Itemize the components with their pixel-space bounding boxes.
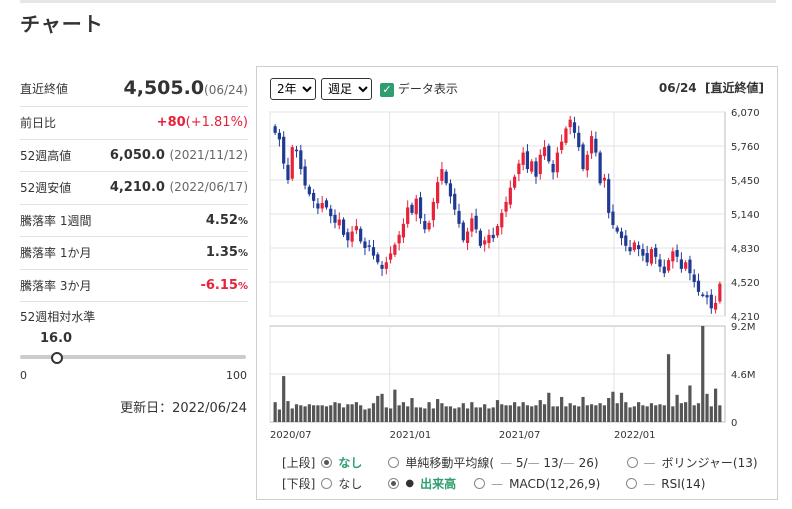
stat-label: 前日比	[20, 116, 57, 131]
stat-low52: 52週安値 4,210.0 (2022/06/17)	[20, 172, 248, 205]
period-select-wrap: 2年	[270, 78, 316, 100]
stat-r1m: 騰落率 1か月 1.35%	[20, 237, 248, 270]
stat-high52: 52週高値 6,050.0 (2021/11/12)	[20, 140, 248, 172]
interval-select[interactable]: 週足	[321, 78, 372, 100]
period-select[interactable]: 2年	[270, 78, 316, 100]
level-label: 52週相対水準	[20, 310, 96, 324]
legend-lower-label: [下段]	[282, 477, 316, 491]
data-toggle-label: データ表示	[397, 82, 458, 96]
radio-label: なし	[338, 477, 363, 491]
r3m-value: -6.15	[200, 277, 238, 293]
level-value: 16.0	[40, 331, 73, 346]
legend-lower: [下段] なし ● 出来高 — MACD(12,26,9) — RSI(14)	[282, 475, 705, 492]
stat-label: 騰落率 1週間	[20, 213, 92, 228]
high-value: 6,050.0	[109, 147, 165, 163]
updated-date: 更新日：2022/06/24	[120, 401, 247, 416]
top-rule	[20, 0, 776, 3]
change-value: +80	[156, 115, 186, 131]
stat-value: 4.52%	[206, 213, 248, 228]
legend-upper-label: [上段]	[282, 456, 316, 470]
stat-value: 1.35%	[206, 245, 248, 260]
dash-icon: —	[643, 455, 656, 470]
dash-icon: —	[643, 476, 656, 491]
sma-5: 5/	[515, 455, 528, 470]
pct-unit: %	[237, 215, 248, 227]
data-toggle[interactable]: ✓ データ表示	[380, 80, 458, 97]
stat-r1w: 騰落率 1週間 4.52%	[20, 205, 248, 237]
dash-icon: —	[491, 476, 504, 491]
page-title: チャート	[20, 12, 104, 36]
radio-label: MACD(12,26,9)	[509, 476, 601, 491]
header-date: 06/24	[658, 81, 697, 95]
radio-volume[interactable]	[388, 478, 400, 489]
sma-26: 26)	[578, 455, 599, 470]
interval-select-wrap: 週足	[321, 78, 372, 100]
stat-change: 前日比 +80(+1.81%)	[20, 107, 248, 140]
sma-13: 13/	[543, 455, 563, 470]
r1m-value: 1.35	[205, 245, 238, 261]
checkbox-icon[interactable]: ✓	[380, 82, 394, 97]
stat-label: 52週高値	[20, 148, 72, 163]
pct-unit: %	[237, 280, 248, 292]
stat-label: 直近終値	[20, 81, 69, 96]
chart-header: 06/24 [直近終値]	[659, 79, 764, 96]
radio-label: なし	[338, 456, 363, 470]
radio-label: ボリンジャー(13)	[661, 456, 758, 470]
radio-macd[interactable]	[474, 478, 486, 489]
header-label: [直近終値]	[705, 81, 764, 95]
radio-lower-none[interactable]	[321, 478, 333, 489]
stat-r3m: 騰落率 3か月 -6.15%	[20, 270, 248, 302]
radio-bollinger[interactable]	[626, 457, 638, 468]
pct-unit: %	[237, 248, 248, 260]
stat-value: 4,505.0(06/24)	[124, 77, 249, 99]
stat-value: -6.15%	[200, 278, 248, 293]
r1w-value: 4.52	[205, 212, 238, 228]
high-date: (2021/11/12)	[169, 147, 248, 162]
level-max: 100	[226, 369, 247, 382]
radio-sma[interactable]	[388, 457, 400, 468]
low-date: (2022/06/17)	[169, 180, 248, 195]
chart-panel	[256, 66, 778, 500]
volume-dot-icon: ●	[405, 478, 415, 489]
radio-rsi[interactable]	[626, 478, 638, 489]
sma-periods: — 5/— 13/— 26)	[500, 455, 599, 470]
radio-label: 単純移動平均線(	[405, 456, 495, 470]
radio-upper-none[interactable]	[321, 457, 333, 468]
low-value: 4,210.0	[109, 180, 165, 196]
stat-value: +80(+1.81%)	[157, 115, 248, 130]
radio-label: 出来高	[420, 477, 457, 491]
legend-upper: [上段] なし 単純移動平均線( — 5/— 13/— 26) — ボリンジャー…	[282, 454, 758, 471]
stat-label: 騰落率 1か月	[20, 246, 92, 261]
close-date: (06/24)	[204, 83, 248, 97]
stat-value: 4,210.0 (2022/06/17)	[110, 180, 248, 195]
level-min: 0	[20, 369, 27, 382]
stat-value: 6,050.0 (2021/11/12)	[110, 148, 248, 163]
stats-panel: 直近終値 4,505.0(06/24) 前日比 +80(+1.81%) 52週高…	[20, 70, 248, 302]
change-pct: (+1.81%)	[185, 115, 248, 131]
level-knob	[51, 352, 64, 364]
radio-label: RSI(14)	[661, 476, 706, 491]
stat-close: 直近終値 4,505.0(06/24)	[20, 70, 248, 107]
close-price: 4,505.0	[123, 77, 205, 99]
stat-label: 騰落率 3か月	[20, 278, 92, 293]
stat-label: 52週安値	[20, 181, 72, 196]
